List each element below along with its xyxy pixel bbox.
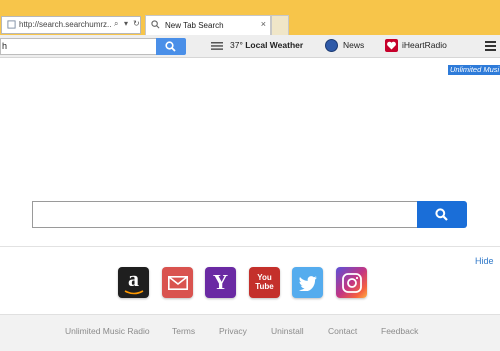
footer-link-feedback[interactable]: Feedback bbox=[381, 326, 418, 336]
main-search-button[interactable] bbox=[417, 201, 467, 228]
mail-icon bbox=[168, 276, 188, 290]
twitter-tile[interactable] bbox=[292, 267, 323, 298]
section-divider bbox=[0, 246, 500, 247]
tab-search-icon bbox=[151, 20, 160, 29]
instagram-tile[interactable] bbox=[336, 267, 367, 298]
address-bar[interactable]: http://search.searchumrz... ⌕ ▾ ↻ bbox=[1, 16, 141, 34]
search-icon bbox=[165, 41, 176, 52]
news-icon[interactable] bbox=[325, 39, 338, 52]
hamburger-menu-icon[interactable] bbox=[485, 41, 496, 51]
close-icon[interactable]: × bbox=[261, 19, 266, 29]
heart-icon bbox=[387, 41, 396, 50]
gmail-tile[interactable] bbox=[162, 267, 193, 298]
amazon-smile-icon bbox=[124, 290, 144, 295]
weather-label: Local Weather bbox=[245, 40, 304, 50]
iheartradio-link[interactable]: iHeartRadio bbox=[402, 40, 447, 50]
youtube-tile[interactable]: You Tube bbox=[249, 267, 280, 298]
news-link[interactable]: News bbox=[343, 40, 364, 50]
footer-link-contact[interactable]: Contact bbox=[328, 326, 357, 336]
footer-link-uninstall[interactable]: Uninstall bbox=[271, 326, 304, 336]
hide-link[interactable]: Hide bbox=[475, 256, 494, 266]
refresh-icon[interactable]: ↻ bbox=[133, 19, 140, 28]
iheartradio-icon[interactable] bbox=[385, 39, 398, 52]
weather-temp: 37° bbox=[230, 40, 243, 50]
search-icon bbox=[435, 208, 448, 221]
yahoo-icon: Y bbox=[212, 270, 229, 294]
new-tab-button[interactable] bbox=[271, 15, 289, 35]
dropdown-arrow-icon[interactable]: ▾ bbox=[124, 19, 128, 28]
extension-toolbar: h 37° Local Weather News iHeartRadio bbox=[0, 35, 500, 58]
search-icon[interactable]: ⌕ bbox=[114, 19, 118, 29]
youtube-icon: You Tube bbox=[255, 273, 274, 291]
toolbar-search-button[interactable] bbox=[156, 38, 186, 55]
weather-icon[interactable] bbox=[211, 42, 223, 50]
footer: Unlimited Music Radio Terms Privacy Unin… bbox=[0, 314, 500, 351]
address-url[interactable]: http://search.searchumrz... bbox=[19, 20, 111, 29]
toolbar-search-input[interactable]: h bbox=[0, 38, 156, 55]
tab-new-tab-search[interactable]: New Tab Search × bbox=[145, 15, 271, 35]
page-favicon bbox=[7, 20, 16, 29]
footer-link-privacy[interactable]: Privacy bbox=[219, 326, 247, 336]
browser-titlebar: http://search.searchumrz... ⌕ ▾ ↻ New Ta… bbox=[0, 0, 500, 35]
instagram-icon bbox=[342, 273, 362, 293]
amazon-tile[interactable]: a bbox=[118, 267, 149, 298]
amazon-icon: a bbox=[128, 266, 139, 291]
footer-link-unlimited-music-radio[interactable]: Unlimited Music Radio bbox=[65, 326, 150, 336]
weather-link[interactable]: 37° Local Weather bbox=[230, 40, 303, 50]
main-search-input[interactable] bbox=[32, 201, 417, 228]
twitter-bird-icon bbox=[299, 276, 317, 291]
yahoo-tile[interactable]: Y bbox=[205, 267, 236, 298]
footer-link-terms[interactable]: Terms bbox=[172, 326, 195, 336]
unlimited-music-link[interactable]: Unlimited Musi bbox=[448, 65, 500, 75]
tab-title: New Tab Search bbox=[165, 21, 224, 30]
